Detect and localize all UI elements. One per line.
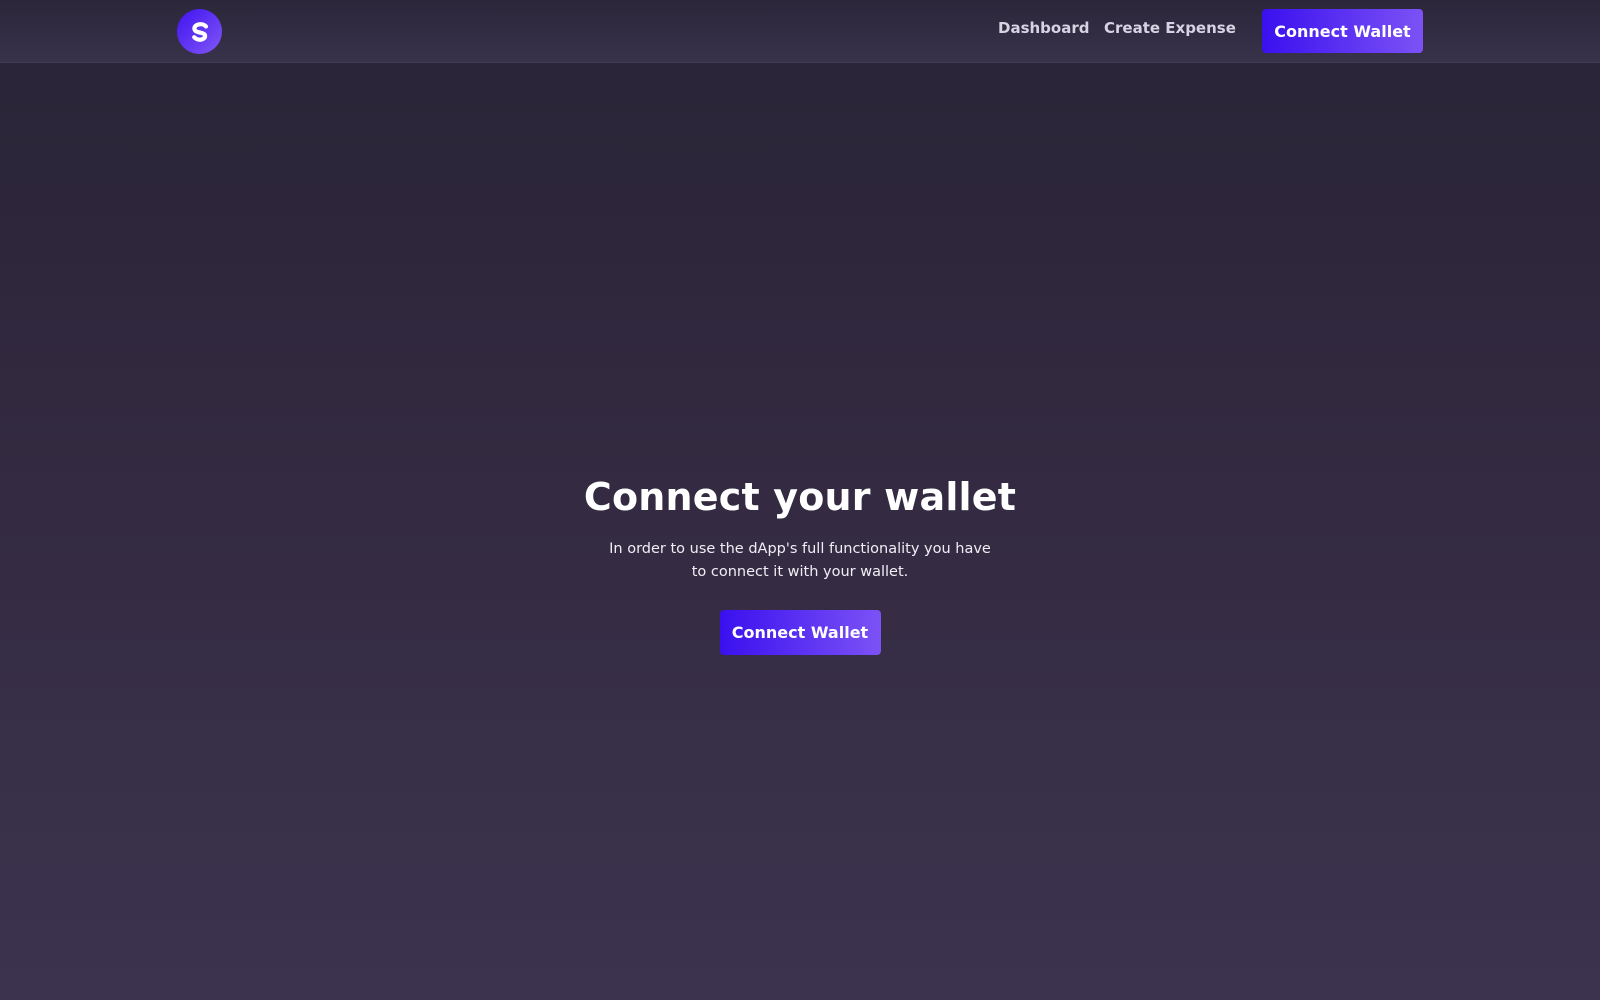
- connect-wallet-description: In order to use the dApp's full function…: [609, 541, 991, 580]
- connect-wallet-button[interactable]: Connect Wallet: [1262, 9, 1423, 53]
- app-logo[interactable]: [177, 9, 222, 54]
- nav-link-dashboard[interactable]: Dashboard: [998, 19, 1089, 37]
- hero-connect-wallet-button[interactable]: Connect Wallet: [719, 610, 881, 655]
- page-title: Connect your wallet: [583, 475, 1017, 519]
- nav-link-create-expense[interactable]: Create Expense: [1104, 19, 1236, 37]
- top-navbar: Dashboard Create Expense Connect Wallet: [0, 0, 1600, 63]
- s-logo-icon: [191, 21, 208, 42]
- connect-wallet-section: Connect your wallet In order to use the …: [0, 470, 1600, 655]
